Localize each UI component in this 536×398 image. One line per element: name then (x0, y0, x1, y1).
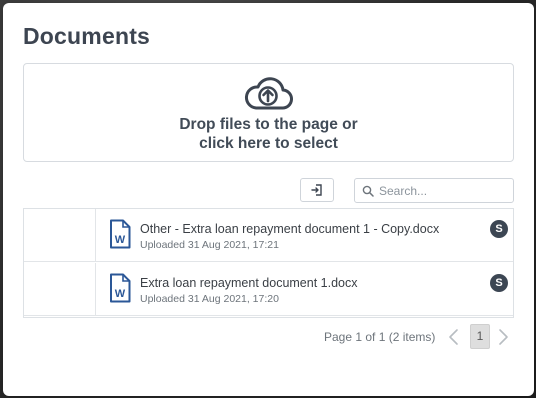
dropzone-text: Drop files to the page or click here to … (24, 115, 513, 153)
cloud-upload-icon (244, 77, 293, 110)
uploader-avatar: S (490, 274, 508, 292)
dropzone-line-1: Drop files to the page or (179, 116, 358, 133)
search-input[interactable] (379, 182, 509, 200)
row-select-cell[interactable] (24, 209, 96, 261)
word-document-icon: W (110, 273, 131, 303)
documents-dialog: Documents Drop files to the page or clic… (3, 3, 534, 396)
table-row[interactable]: W Extra loan repayment document 1.docx U… (24, 263, 513, 316)
search-icon (362, 185, 374, 197)
file-dropzone[interactable]: Drop files to the page or click here to … (23, 63, 514, 162)
document-name[interactable]: Other - Extra loan repayment document 1 … (140, 222, 439, 236)
documents-table: W Other - Extra loan repayment document … (23, 208, 514, 318)
word-document-icon: W (110, 219, 131, 249)
sign-in-icon (311, 184, 322, 196)
table-row[interactable]: W Other - Extra loan repayment document … (24, 209, 513, 262)
upload-timestamp: Uploaded 31 Aug 2021, 17:20 (140, 293, 279, 305)
dropzone-line-2: click here to select (199, 135, 338, 152)
search-box (354, 178, 514, 203)
chevron-right-icon[interactable] (496, 328, 510, 346)
uploader-avatar: S (490, 220, 508, 238)
dialog-title: Documents (23, 23, 151, 49)
pager-summary: Page 1 of 1 (2 items) (324, 330, 436, 344)
svg-text:W: W (115, 234, 126, 246)
chevron-left-icon[interactable] (447, 328, 461, 346)
document-name[interactable]: Extra loan repayment document 1.docx (140, 276, 357, 290)
svg-text:W: W (115, 288, 126, 300)
page-number-button[interactable]: 1 (470, 324, 490, 349)
upload-timestamp: Uploaded 31 Aug 2021, 17:21 (140, 239, 279, 251)
row-select-cell[interactable] (24, 263, 96, 315)
import-button[interactable] (300, 178, 334, 202)
